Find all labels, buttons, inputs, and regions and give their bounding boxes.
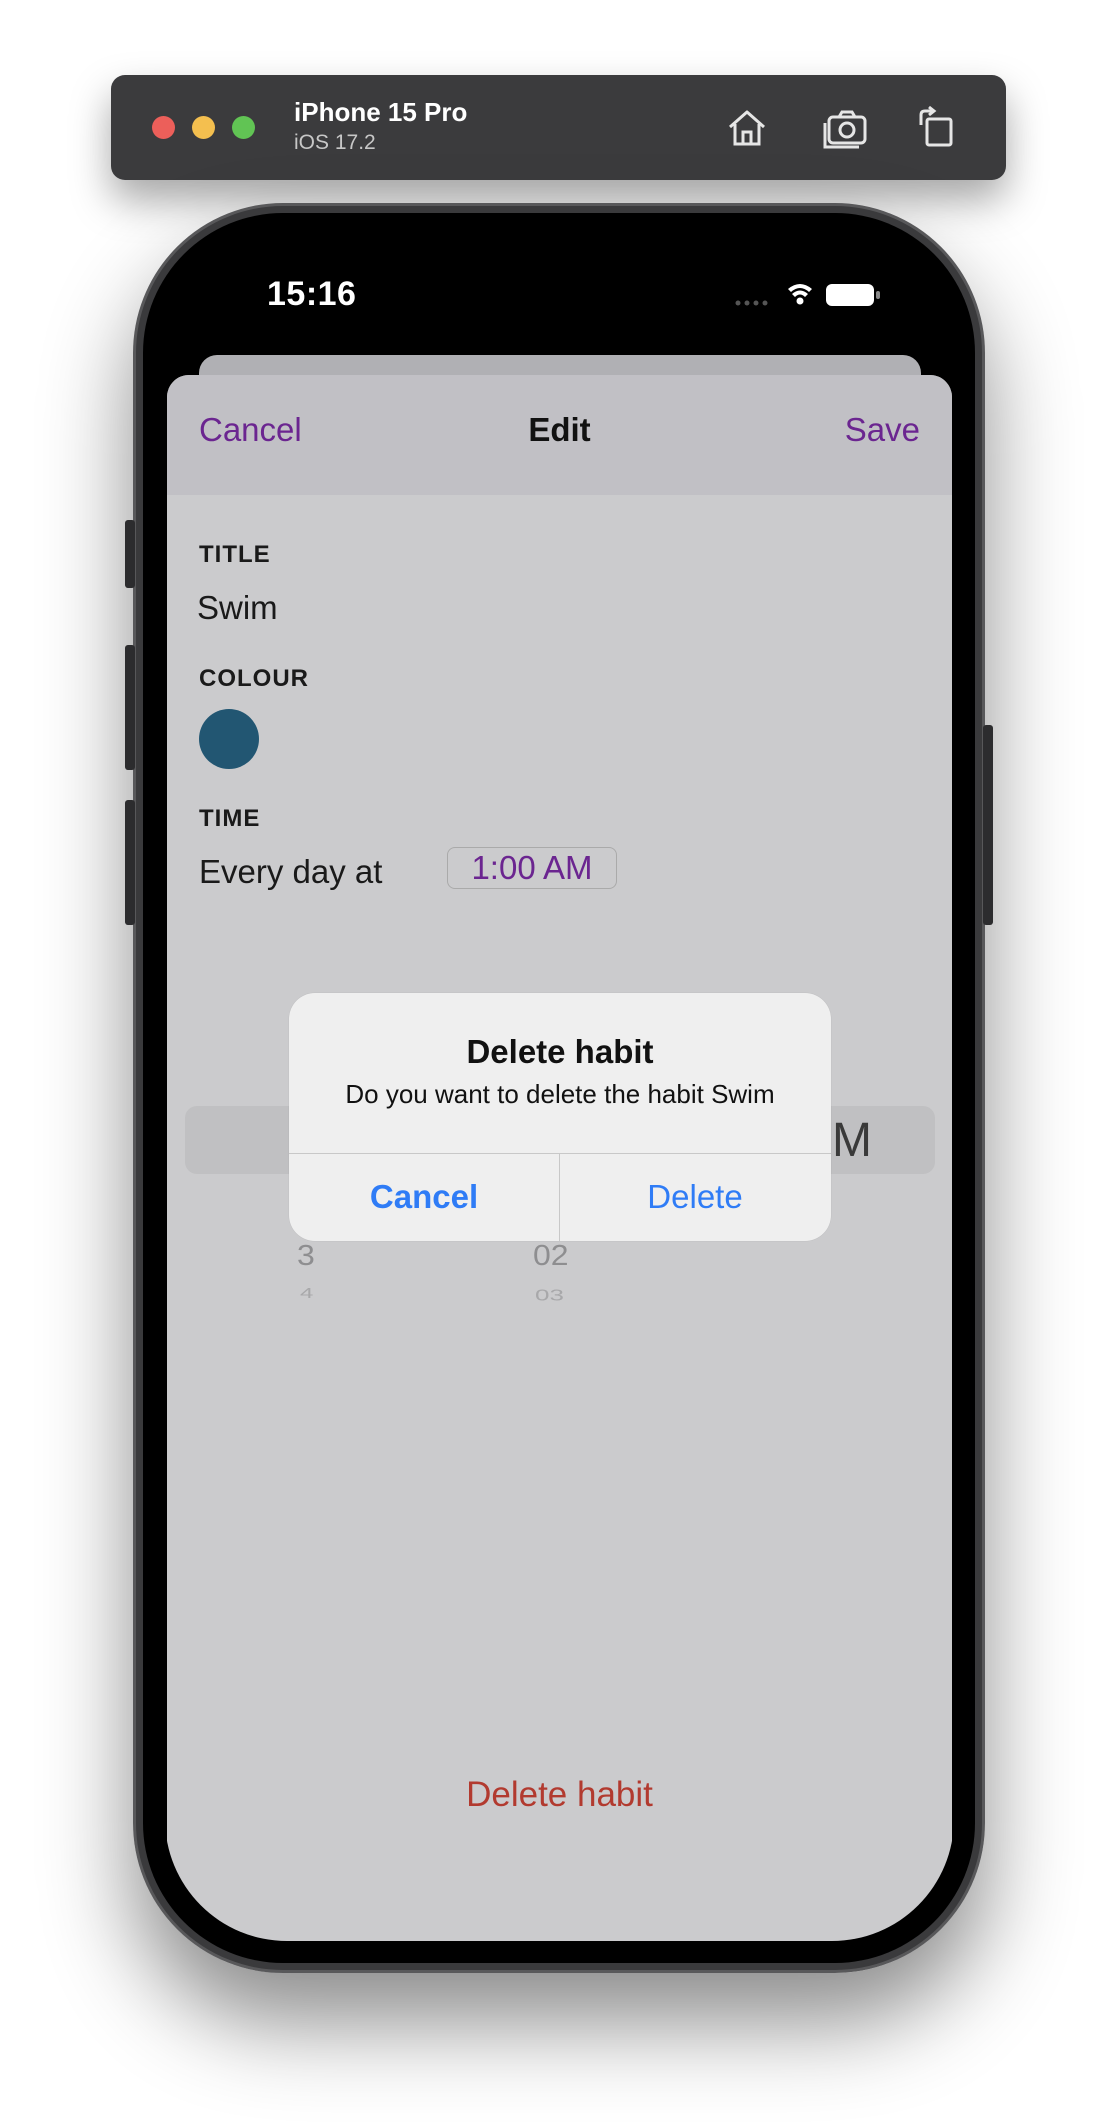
colour-label: COLOUR <box>199 665 309 692</box>
picker-minute-item[interactable]: 03 <box>535 1286 564 1305</box>
side-button[interactable] <box>983 725 993 925</box>
status-time: 15:16 <box>267 275 357 313</box>
simulator-toolbar: iPhone 15 Pro iOS 17.2 <box>111 75 1006 180</box>
save-button[interactable]: Save <box>845 411 920 449</box>
minimize-window-button[interactable] <box>192 116 215 139</box>
battery-icon <box>826 284 880 306</box>
zoom-window-button[interactable] <box>232 116 255 139</box>
title-label: TITLE <box>199 541 271 568</box>
time-picker-button[interactable]: 1:00 AM <box>447 847 617 889</box>
picker-minute-item[interactable]: 02 <box>533 1239 569 1272</box>
home-icon[interactable] <box>722 103 772 153</box>
picker-ampm-item[interactable]: M <box>832 1113 872 1168</box>
navigation-bar: Cancel Edit Save <box>167 375 952 495</box>
alert-message: Do you want to delete the habit Swim <box>345 1079 775 1109</box>
alert-cancel-button[interactable]: Cancel <box>289 1153 559 1241</box>
status-icons <box>735 284 880 306</box>
title-field[interactable]: Swim <box>197 589 278 627</box>
wifi-icon <box>788 284 812 305</box>
device-name: iPhone 15 Pro <box>294 97 468 127</box>
rotate-icon[interactable] <box>911 103 961 153</box>
alert-delete-button[interactable]: Delete <box>560 1153 830 1241</box>
close-window-button[interactable] <box>152 116 175 139</box>
delete-habit-button[interactable]: Delete habit <box>167 1775 952 1815</box>
volume-down-button[interactable] <box>125 800 135 925</box>
action-button[interactable] <box>125 520 135 588</box>
picker-hour-item[interactable]: 4 <box>300 1286 313 1303</box>
time-prefix: Every day at <box>199 853 383 890</box>
delete-alert: Delete habit Do you want to delete the h… <box>289 993 831 1241</box>
os-version: iOS 17.2 <box>294 131 376 154</box>
colour-swatch[interactable] <box>199 709 259 769</box>
volume-up-button[interactable] <box>125 645 135 770</box>
picker-hour-item[interactable]: 3 <box>297 1239 315 1272</box>
time-label: TIME <box>199 805 261 832</box>
phone-screen: 15:16 Cancel Edit Save TITLE Swim COLOUR… <box>165 235 954 1941</box>
page-title: Edit <box>528 411 591 448</box>
cellular-icon <box>735 300 768 306</box>
alert-title: Delete habit <box>466 1033 654 1070</box>
screenshot-icon[interactable] <box>821 103 871 153</box>
